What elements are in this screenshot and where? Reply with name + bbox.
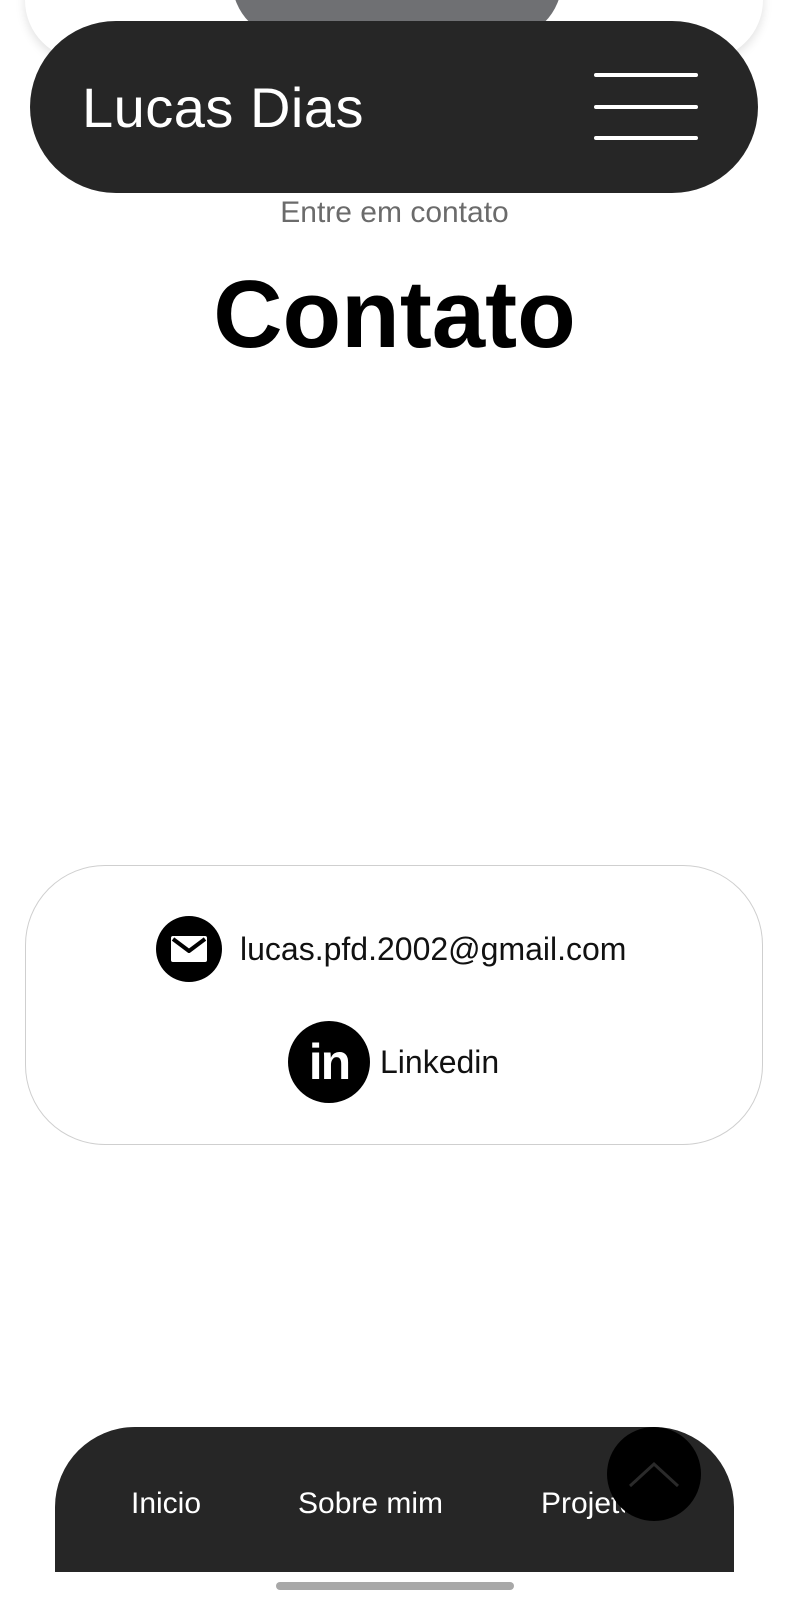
linkedin-link[interactable]: in Linkedin [288, 1021, 499, 1103]
scroll-to-top-button[interactable] [607, 1427, 701, 1521]
linkedin-icon: in [288, 1021, 370, 1103]
nav-item-sobre-mim[interactable]: Sobre mim [298, 1487, 443, 1521]
page: Lucas Dias Entre em contato Contato luca… [0, 0, 789, 1600]
email-address[interactable]: lucas.pfd.2002@gmail.com [240, 931, 626, 968]
chevron-up-icon [628, 1461, 680, 1488]
nav-item-inicio[interactable]: Inicio [131, 1487, 201, 1521]
home-indicator[interactable] [276, 1582, 514, 1590]
email-icon [156, 916, 222, 982]
hamburger-line [594, 136, 698, 140]
email-link[interactable]: lucas.pfd.2002@gmail.com [156, 916, 626, 982]
hamburger-menu-icon[interactable] [594, 73, 698, 141]
contact-card: lucas.pfd.2002@gmail.com in Linkedin [25, 865, 763, 1145]
hamburger-line [594, 73, 698, 77]
brand-title[interactable]: Lucas Dias [82, 75, 364, 140]
section-title: Contato [213, 261, 576, 368]
hamburger-line [594, 105, 698, 109]
section-subtitle: Entre em contato [280, 196, 509, 229]
linkedin-label[interactable]: Linkedin [380, 1044, 499, 1081]
header-bar: Lucas Dias [30, 21, 758, 193]
